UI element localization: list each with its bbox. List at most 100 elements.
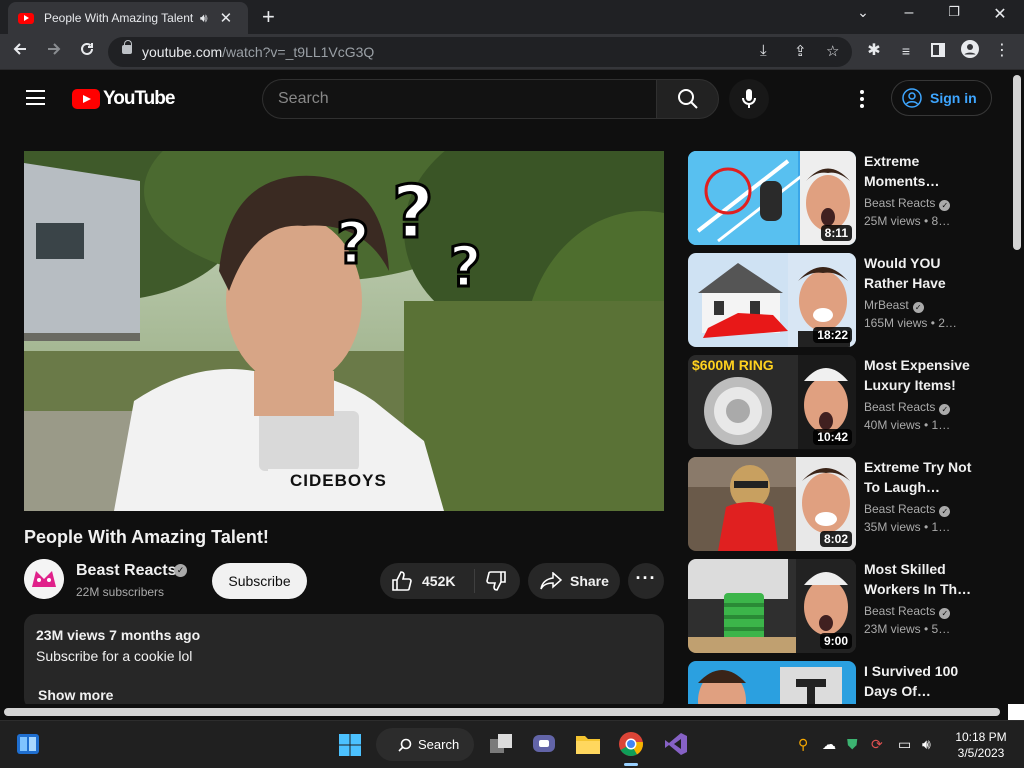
search-icon	[678, 89, 698, 109]
file-explorer-icon[interactable]	[575, 731, 601, 757]
channel-avatar[interactable]	[24, 559, 64, 599]
settings-menu-icon[interactable]	[850, 87, 874, 111]
search-box[interactable]	[262, 79, 656, 119]
search-input[interactable]	[263, 80, 656, 118]
visual-studio-icon[interactable]	[663, 731, 689, 757]
new-tab-button[interactable]: +	[262, 4, 275, 30]
verified-badge-icon: ✓	[939, 608, 951, 619]
svg-text:?: ?	[392, 170, 434, 254]
teams-chat-icon[interactable]	[531, 731, 557, 757]
windows-start-icon[interactable]	[338, 733, 362, 757]
tab-search-button[interactable]: ⌄	[853, 4, 873, 21]
forward-arrow-icon	[48, 43, 61, 55]
related-video[interactable]: 8:02 Extreme Try Not To Laugh… Beast Rea…	[688, 457, 988, 551]
related-thumbnail[interactable]	[688, 661, 856, 704]
related-title[interactable]: Most Skilled Workers In Th…	[864, 559, 972, 599]
related-meta: 35M views • 1…	[864, 520, 951, 534]
thumbnail-caption: $600M RING	[692, 357, 774, 373]
share-page-icon[interactable]: ⇪	[794, 42, 807, 60]
search-tray-icon[interactable]: ⚲	[798, 736, 808, 753]
minimize-button[interactable]: –	[899, 4, 919, 22]
profile-avatar-icon	[961, 40, 979, 58]
related-video[interactable]: $600M RING 10:42 Most Expensive Luxury I…	[688, 355, 988, 449]
shirt-print-text: CIDEBOYS	[290, 471, 387, 490]
vertical-scrollbar[interactable]	[1010, 71, 1024, 707]
scrollbar-thumb[interactable]	[4, 708, 1000, 716]
security-shield-icon[interactable]: ⛊	[847, 736, 858, 753]
sign-in-button[interactable]: Sign in	[891, 80, 992, 116]
more-actions-button[interactable]: ···	[628, 563, 664, 599]
close-window-button[interactable]: ✕	[990, 4, 1010, 24]
bookmark-star-icon[interactable]: ☆	[826, 42, 839, 60]
related-thumbnail[interactable]: 18:22	[688, 253, 856, 347]
search-icon	[398, 738, 412, 752]
related-channel[interactable]: Beast Reacts ✓	[864, 502, 951, 517]
related-title[interactable]: I Survived 100 Days Of…	[864, 661, 972, 701]
related-channel[interactable]: Beast Reacts ✓	[864, 400, 951, 415]
cloud-offline-icon[interactable]: ☁	[822, 736, 836, 753]
related-title[interactable]: Would YOU Rather Have A…	[864, 253, 972, 293]
maximize-button[interactable]: ❐	[944, 4, 964, 20]
extensions-icon[interactable]: ✱	[862, 40, 886, 62]
guide-menu-icon[interactable]	[26, 90, 45, 105]
back-button[interactable]	[8, 40, 32, 62]
verified-badge-icon: ✓	[912, 302, 924, 313]
share-arrow-icon	[540, 572, 562, 590]
back-arrow-icon	[13, 43, 26, 55]
subscribe-button[interactable]: Subscribe	[212, 563, 307, 599]
youtube-masthead: YouTube Sign in	[0, 71, 1010, 127]
share-button[interactable]: Share	[528, 563, 620, 599]
description-box[interactable]: 23M views 7 months ago Subscribe for a c…	[24, 614, 664, 710]
related-thumbnail[interactable]: 8:11	[688, 151, 856, 245]
related-thumbnail[interactable]: 9:00	[688, 559, 856, 653]
system-clock[interactable]: 10:18 PM 3/5/2023	[950, 729, 1012, 761]
show-more-button[interactable]: Show more	[38, 687, 113, 703]
profile-icon[interactable]	[958, 40, 982, 63]
dislike-button[interactable]	[475, 563, 520, 599]
task-view-icon[interactable]	[488, 731, 514, 757]
youtube-logo[interactable]: YouTube	[72, 88, 175, 110]
related-title[interactable]: Extreme Moments…	[864, 151, 972, 191]
related-video[interactable]: 18:22 Would YOU Rather Have A… MrBeast✓ …	[688, 253, 988, 347]
address-bar[interactable]: youtube.com/watch?v=_t9LL1VcG3Q ⤓ ⇪ ☆	[108, 37, 852, 67]
related-video[interactable]: 8:11 Extreme Moments… Beast Reacts ✓ 25M …	[688, 151, 988, 245]
channel-name[interactable]: Beast Reacts	[76, 562, 177, 580]
volume-icon[interactable]: 🔊︎	[922, 736, 931, 753]
verified-badge-icon: ✓	[174, 564, 187, 577]
related-channel[interactable]: MrBeast ✓	[864, 298, 924, 313]
reload-button[interactable]	[75, 40, 99, 62]
side-panel-icon[interactable]	[926, 40, 950, 62]
scrollbar-thumb[interactable]	[1013, 75, 1021, 250]
related-thumbnail[interactable]: 8:02	[688, 457, 856, 551]
taskbar-search-button[interactable]: Search	[376, 728, 474, 761]
lock-icon[interactable]	[122, 40, 132, 54]
thumbnail-image	[688, 661, 856, 704]
voice-search-button[interactable]	[729, 79, 769, 119]
duration-badge: 18:22	[813, 327, 852, 343]
related-video[interactable]: I Survived 100 Days Of…	[688, 661, 988, 704]
widgets-icon[interactable]	[16, 733, 40, 755]
tab-close-icon[interactable]: ✕	[220, 9, 233, 27]
related-thumbnail[interactable]: $600M RING 10:42	[688, 355, 856, 449]
horizontal-scrollbar[interactable]	[0, 704, 1008, 720]
related-title[interactable]: Most Expensive Luxury Items!	[864, 355, 972, 395]
like-button[interactable]: 452K	[380, 563, 474, 599]
related-channel[interactable]: Beast Reacts ✓	[864, 604, 951, 619]
related-channel[interactable]: Beast Reacts ✓	[864, 196, 951, 211]
chrome-taskbar-icon[interactable]	[618, 731, 644, 757]
browser-tab[interactable]: People With Amazing Talent! 🔊︎ ✕	[8, 2, 248, 34]
url-text[interactable]: youtube.com/watch?v=_t9LL1VcG3Q	[142, 44, 374, 60]
related-title[interactable]: Extreme Try Not To Laugh…	[864, 457, 972, 497]
network-icon[interactable]: ▭	[898, 736, 911, 753]
related-video[interactable]: 9:00 Most Skilled Workers In Th… Beast R…	[688, 559, 988, 653]
search-button[interactable]	[656, 79, 719, 119]
media-control-icon[interactable]: ≡	[894, 40, 918, 62]
chrome-menu-icon[interactable]: ⋮	[990, 40, 1014, 62]
windows-logo-icon	[339, 734, 361, 756]
forward-button[interactable]	[42, 40, 66, 62]
youtube-favicon-icon	[18, 12, 34, 24]
sync-error-icon[interactable]: ⟳	[871, 736, 883, 753]
video-player[interactable]: ? ? ? CIDEBOYS	[24, 151, 664, 511]
audio-playing-icon[interactable]: 🔊︎	[200, 11, 208, 26]
install-app-icon[interactable]: ⤓	[760, 42, 767, 59]
